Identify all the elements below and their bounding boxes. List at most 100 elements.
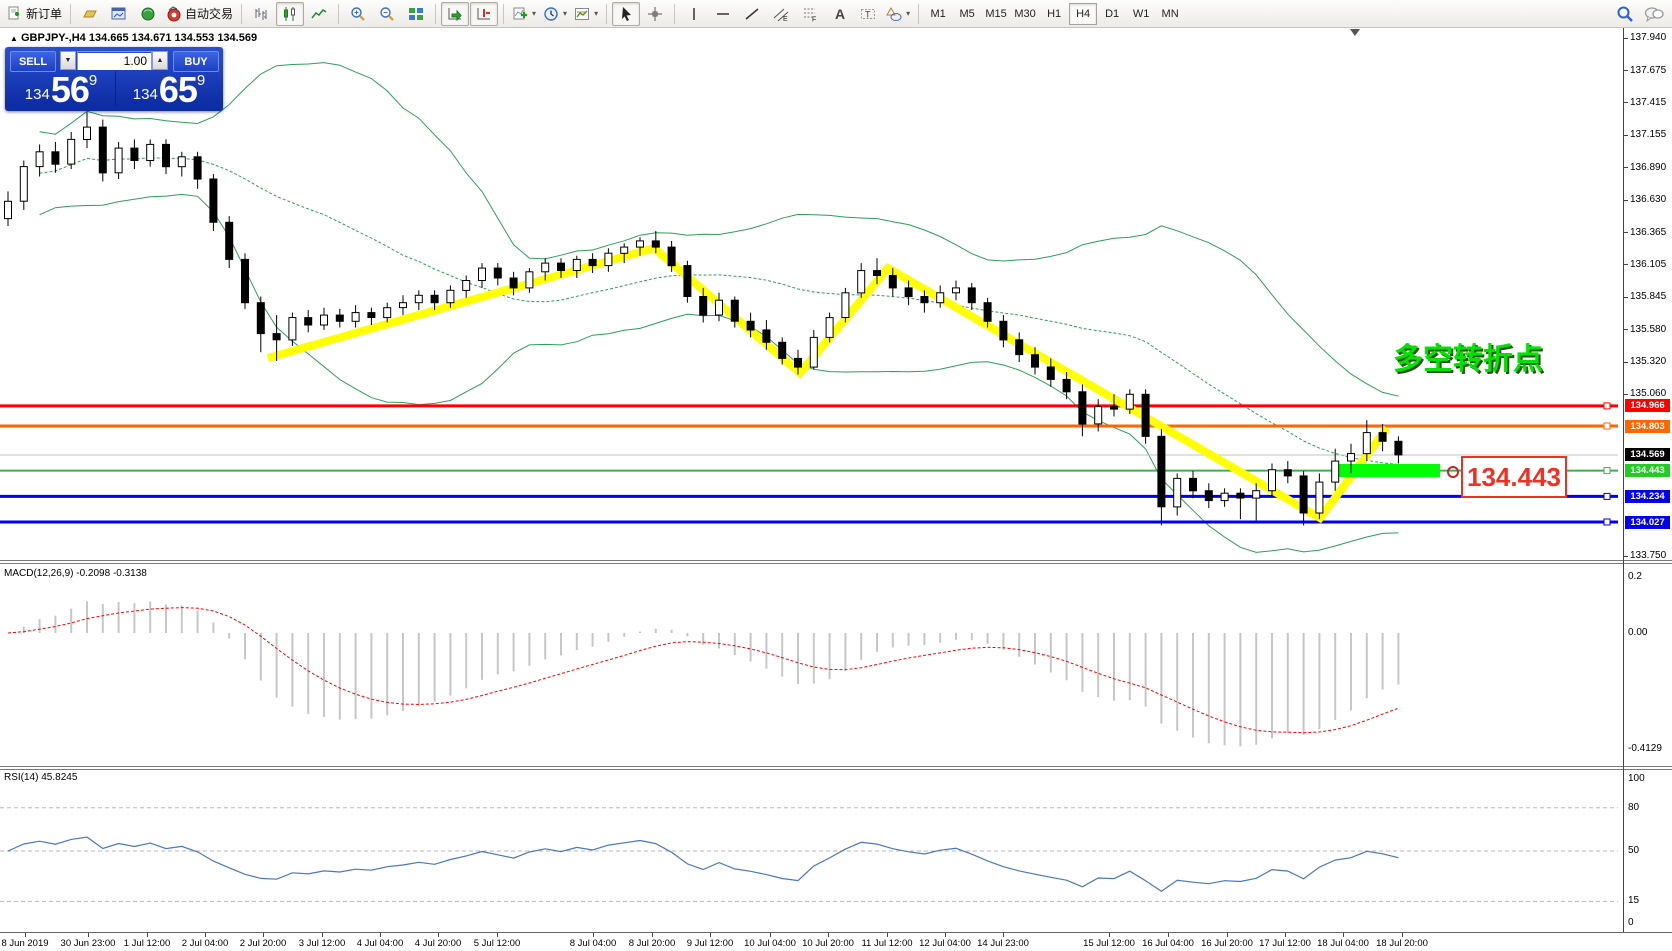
- volume-decrease-button[interactable]: ▼: [60, 51, 76, 70]
- panel-divider[interactable]: [0, 560, 1672, 561]
- chart-shift-marker[interactable]: [1350, 29, 1360, 36]
- main-chart[interactable]: [0, 28, 1623, 565]
- symbol-ohlc: 134.665 134.671 134.553 134.569: [89, 32, 257, 44]
- timeframe-m30-button[interactable]: M30: [1011, 3, 1039, 25]
- charts-window-button[interactable]: [105, 2, 133, 26]
- rsi-axis-tick: 15: [1628, 895, 1639, 906]
- price-axis-tick: 137.415: [1630, 97, 1666, 108]
- price-axis-tick: 135.320: [1630, 356, 1666, 367]
- panel-divider[interactable]: [0, 766, 1672, 767]
- auto-scroll-icon: [447, 6, 463, 22]
- bar-chart-button[interactable]: [247, 2, 275, 26]
- time-axis-label: 12 Jul 04:00: [919, 938, 971, 949]
- macd-axis-tick: 0.2: [1628, 571, 1642, 582]
- new-order-button-label: 新订单: [26, 5, 62, 22]
- rsi-axis-tick: 80: [1628, 802, 1639, 813]
- timeframe-m15-button[interactable]: M15: [982, 3, 1010, 25]
- line-handle[interactable]: [1604, 493, 1610, 499]
- timeframe-w1-button[interactable]: W1: [1127, 3, 1155, 25]
- rsi-axis-tick: 100: [1628, 773, 1645, 784]
- autotrading-button[interactable]: 自动交易: [163, 2, 236, 26]
- chevron-down-icon[interactable]: ▾: [594, 9, 598, 18]
- callout-anchor-handle[interactable]: [1447, 466, 1459, 478]
- sell-price[interactable]: 134 56 9: [9, 71, 113, 109]
- timeframe-h1-button[interactable]: H1: [1040, 3, 1068, 25]
- periods-button[interactable]: ▾: [540, 2, 570, 26]
- time-tick-mark: [593, 933, 594, 937]
- support-highlight-bar[interactable]: [1337, 464, 1440, 477]
- search-button[interactable]: [1611, 2, 1639, 26]
- chevron-down-icon[interactable]: ▾: [532, 9, 536, 18]
- volume-increase-button[interactable]: ▲: [152, 51, 168, 70]
- price-line-badge: 134.569: [1625, 448, 1670, 461]
- price-tick-mark: [1623, 38, 1628, 39]
- indicators-button[interactable]: ▾: [509, 2, 539, 26]
- equidistant-channel-button[interactable]: E: [767, 2, 795, 26]
- time-axis[interactable]: 8 Jun 201930 Jun 23:001 Jul 12:002 Jul 0…: [0, 932, 1672, 951]
- turning-point-annotation[interactable]: 多空转折点: [1393, 334, 1543, 378]
- zoom-out-button[interactable]: [373, 2, 401, 26]
- tile-windows-button[interactable]: [402, 2, 430, 26]
- sell-button[interactable]: SELL: [10, 51, 56, 72]
- price-axis-tick: 137.940: [1630, 32, 1666, 43]
- chart-shift-button[interactable]: [470, 2, 498, 26]
- svg-text:F: F: [812, 16, 816, 22]
- timeframe-m1-button[interactable]: M1: [924, 3, 952, 25]
- indicators-icon: [512, 6, 528, 22]
- horizontal-price-lines[interactable]: [0, 406, 1618, 522]
- auto-scroll-button[interactable]: [441, 2, 469, 26]
- new-order-button[interactable]: 新订单: [4, 2, 65, 26]
- vline-icon: [686, 6, 702, 22]
- time-axis-label: 1 Jul 12:00: [124, 938, 170, 949]
- price-line-badge: 134.803: [1625, 420, 1670, 433]
- timeframe-m5-button[interactable]: M5: [953, 3, 981, 25]
- price-tick-mark: [1623, 556, 1628, 557]
- profiles-button[interactable]: [76, 2, 104, 26]
- line-handle[interactable]: [1604, 403, 1610, 409]
- line-handle[interactable]: [1604, 468, 1610, 474]
- macd-panel[interactable]: [0, 563, 1623, 771]
- market-watch-button[interactable]: [134, 2, 162, 26]
- rsi-line: [8, 837, 1398, 891]
- time-axis-label: 30 Jun 23:00: [61, 938, 116, 949]
- rsi-axis-tick: 50: [1628, 845, 1639, 856]
- horizontal-line-button[interactable]: [709, 2, 737, 26]
- chevron-down-icon[interactable]: ▾: [906, 9, 910, 18]
- templates-button[interactable]: ▾: [571, 2, 601, 26]
- cursor-button[interactable]: [612, 2, 640, 26]
- zoom-in-button[interactable]: [344, 2, 372, 26]
- rsi-panel[interactable]: [0, 770, 1623, 937]
- candlestick-button[interactable]: [276, 2, 304, 26]
- text-label-button[interactable]: T: [854, 2, 882, 26]
- time-tick-mark: [945, 933, 946, 937]
- collapse-panel-icon[interactable]: ▲: [10, 34, 18, 43]
- time-axis-label: 8 Jun 2019: [1, 938, 48, 949]
- time-tick-mark: [438, 933, 439, 937]
- line-handle[interactable]: [1604, 423, 1610, 429]
- time-axis-label: 8 Jul 20:00: [629, 938, 675, 949]
- toolbar-separator: [338, 4, 339, 24]
- text-button[interactable]: A: [825, 2, 853, 26]
- community-chat-button[interactable]: [1640, 2, 1668, 26]
- price-line-badge: 134.966: [1625, 399, 1670, 412]
- panel-price-divider: [115, 71, 116, 107]
- line-chart-button[interactable]: [305, 2, 333, 26]
- shapes-button[interactable]: ▾: [883, 2, 913, 26]
- trendline-button[interactable]: [738, 2, 766, 26]
- crosshair-button[interactable]: [641, 2, 669, 26]
- volume-input[interactable]: [78, 53, 151, 70]
- candlestick-icon: [282, 6, 298, 22]
- zigzag-trendlines[interactable]: [268, 248, 1387, 518]
- fibonacci-button[interactable]: F: [796, 2, 824, 26]
- volume-field: [77, 51, 152, 70]
- timeframe-h4-button[interactable]: H4: [1069, 3, 1097, 25]
- vertical-line-button[interactable]: [680, 2, 708, 26]
- timeframe-mn-button[interactable]: MN: [1156, 3, 1184, 25]
- time-axis-label: 3 Jul 12:00: [299, 938, 345, 949]
- chevron-down-icon[interactable]: ▾: [563, 9, 567, 18]
- line-handle[interactable]: [1604, 519, 1610, 525]
- price-callout-box[interactable]: 134.443: [1461, 456, 1567, 498]
- timeframe-d1-button[interactable]: D1: [1098, 3, 1126, 25]
- buy-price[interactable]: 134 65 9: [117, 71, 221, 109]
- time-axis-label: 15 Jul 12:00: [1083, 938, 1135, 949]
